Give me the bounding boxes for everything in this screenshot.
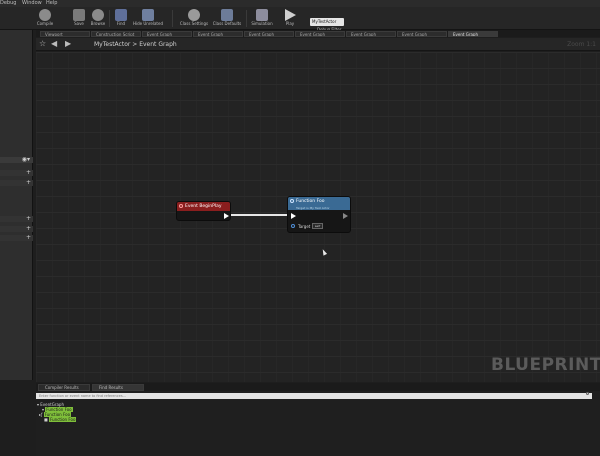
add-icon[interactable]: + bbox=[26, 179, 31, 186]
target-self-value[interactable]: self bbox=[312, 223, 323, 229]
function-icon bbox=[290, 199, 294, 203]
browse-icon bbox=[92, 9, 104, 21]
breadcrumb-separator: > bbox=[132, 41, 138, 48]
zoom-level: Zoom 1:1 bbox=[567, 41, 596, 48]
add-icon[interactable]: + bbox=[26, 225, 31, 232]
browse-button[interactable]: Browse bbox=[88, 8, 108, 29]
exec-output-pin[interactable] bbox=[224, 213, 229, 219]
breadcrumb: MyTestActor > Event Graph bbox=[94, 41, 177, 48]
compile-icon bbox=[39, 9, 51, 21]
menu-window[interactable]: Window bbox=[22, 0, 42, 7]
exec-output-pin[interactable] bbox=[343, 213, 348, 219]
back-arrow-icon[interactable]: ◀ bbox=[51, 39, 57, 48]
panel-row: ◉▾ bbox=[0, 156, 33, 163]
graph-header: ☆ ◀ ▶ MyTestActor > Event Graph Zoom 1:1 bbox=[36, 38, 600, 51]
event-icon bbox=[179, 204, 183, 208]
simulation-icon bbox=[256, 9, 268, 21]
toolbar-separator bbox=[109, 10, 110, 27]
tree-item[interactable]: ■ Function Foo bbox=[44, 417, 77, 422]
toolbar: Compile Save Browse Find Hide Unrelated … bbox=[0, 7, 600, 32]
add-icon[interactable]: + bbox=[26, 234, 31, 241]
debug-filter-select[interactable]: MyTestActor bbox=[310, 18, 344, 26]
class-settings-button[interactable]: Class Settings bbox=[178, 8, 210, 29]
panel-row: + bbox=[0, 225, 33, 232]
tab-event-graph[interactable]: Event Graph bbox=[244, 31, 294, 37]
compile-button[interactable]: Compile bbox=[34, 8, 56, 29]
exec-wire bbox=[231, 214, 291, 216]
toolbar-separator bbox=[172, 10, 173, 27]
tab-construction-script[interactable]: Construction Script bbox=[91, 31, 141, 37]
left-panel: ◉▾ + + + + + bbox=[0, 30, 33, 380]
bottom-tabs: Compiler Results Find Results bbox=[36, 383, 600, 391]
tab-event-graph[interactable]: Event Graph bbox=[142, 31, 192, 37]
node-function-foo[interactable]: Function Foo Target is My Test Actor Tar… bbox=[287, 196, 351, 233]
tab-event-graph[interactable]: Event Graph bbox=[295, 31, 345, 37]
panel-row: + bbox=[0, 169, 33, 176]
favorite-star-icon[interactable]: ☆ bbox=[39, 39, 46, 48]
tab-find-results[interactable]: Find Results bbox=[92, 384, 144, 391]
add-icon[interactable]: + bbox=[26, 169, 31, 176]
eye-icon[interactable]: ◉▾ bbox=[22, 156, 30, 163]
tab-event-graph[interactable]: Event Graph bbox=[397, 31, 447, 37]
blueprint-watermark: BLUEPRINT bbox=[491, 355, 600, 375]
menu-help[interactable]: Help bbox=[46, 0, 57, 7]
node-title: Event BeginPlay bbox=[177, 202, 230, 211]
panel-row: + bbox=[0, 179, 33, 186]
class-defaults-icon bbox=[221, 9, 233, 21]
node-title: Function Foo Target is My Test Actor bbox=[288, 197, 350, 210]
search-icon[interactable] bbox=[586, 392, 589, 395]
tab-event-graph[interactable]: Event Graph bbox=[193, 31, 243, 37]
tab-event-graph-active[interactable]: Event Graph bbox=[448, 31, 498, 37]
panel-row: + bbox=[0, 234, 33, 241]
document-tabs: Viewport Construction Script Event Graph… bbox=[36, 30, 600, 37]
target-pin-icon[interactable] bbox=[291, 224, 295, 228]
node-subtitle: Target is My Test Actor bbox=[296, 206, 330, 210]
hide-unrelated-button[interactable]: Hide Unrelated bbox=[131, 8, 165, 29]
breadcrumb-leaf[interactable]: Event Graph bbox=[139, 41, 177, 48]
node-event-beginplay[interactable]: Event BeginPlay bbox=[176, 201, 231, 221]
save-icon bbox=[73, 9, 85, 21]
hide-unrelated-icon bbox=[142, 9, 154, 21]
find-search-input[interactable]: Enter function or event name to find ref… bbox=[36, 393, 592, 399]
breadcrumb-root[interactable]: MyTestActor bbox=[94, 41, 130, 48]
find-icon bbox=[115, 9, 127, 21]
forward-arrow-icon[interactable]: ▶ bbox=[65, 39, 71, 48]
menu-bar: Debug Window Help bbox=[0, 0, 600, 7]
save-button[interactable]: Save bbox=[70, 8, 88, 29]
find-button[interactable]: Find bbox=[111, 8, 131, 29]
tab-compiler-results[interactable]: Compiler Results bbox=[38, 384, 90, 391]
panel-row: + bbox=[0, 215, 33, 222]
exec-input-pin[interactable] bbox=[291, 213, 296, 219]
tab-event-graph[interactable]: Event Graph bbox=[346, 31, 396, 37]
class-defaults-button[interactable]: Class Defaults bbox=[210, 8, 244, 29]
class-settings-icon bbox=[188, 9, 200, 21]
play-button[interactable]: Play bbox=[279, 8, 301, 29]
play-icon bbox=[284, 9, 296, 21]
find-results-panel: Enter function or event name to find ref… bbox=[36, 391, 600, 456]
menu-debug[interactable]: Debug bbox=[0, 0, 16, 7]
tab-viewport[interactable]: Viewport bbox=[40, 31, 90, 37]
add-icon[interactable]: + bbox=[26, 215, 31, 222]
target-label: Target bbox=[298, 224, 311, 229]
toolbar-separator bbox=[246, 10, 247, 27]
simulation-button[interactable]: Simulation bbox=[249, 8, 275, 29]
